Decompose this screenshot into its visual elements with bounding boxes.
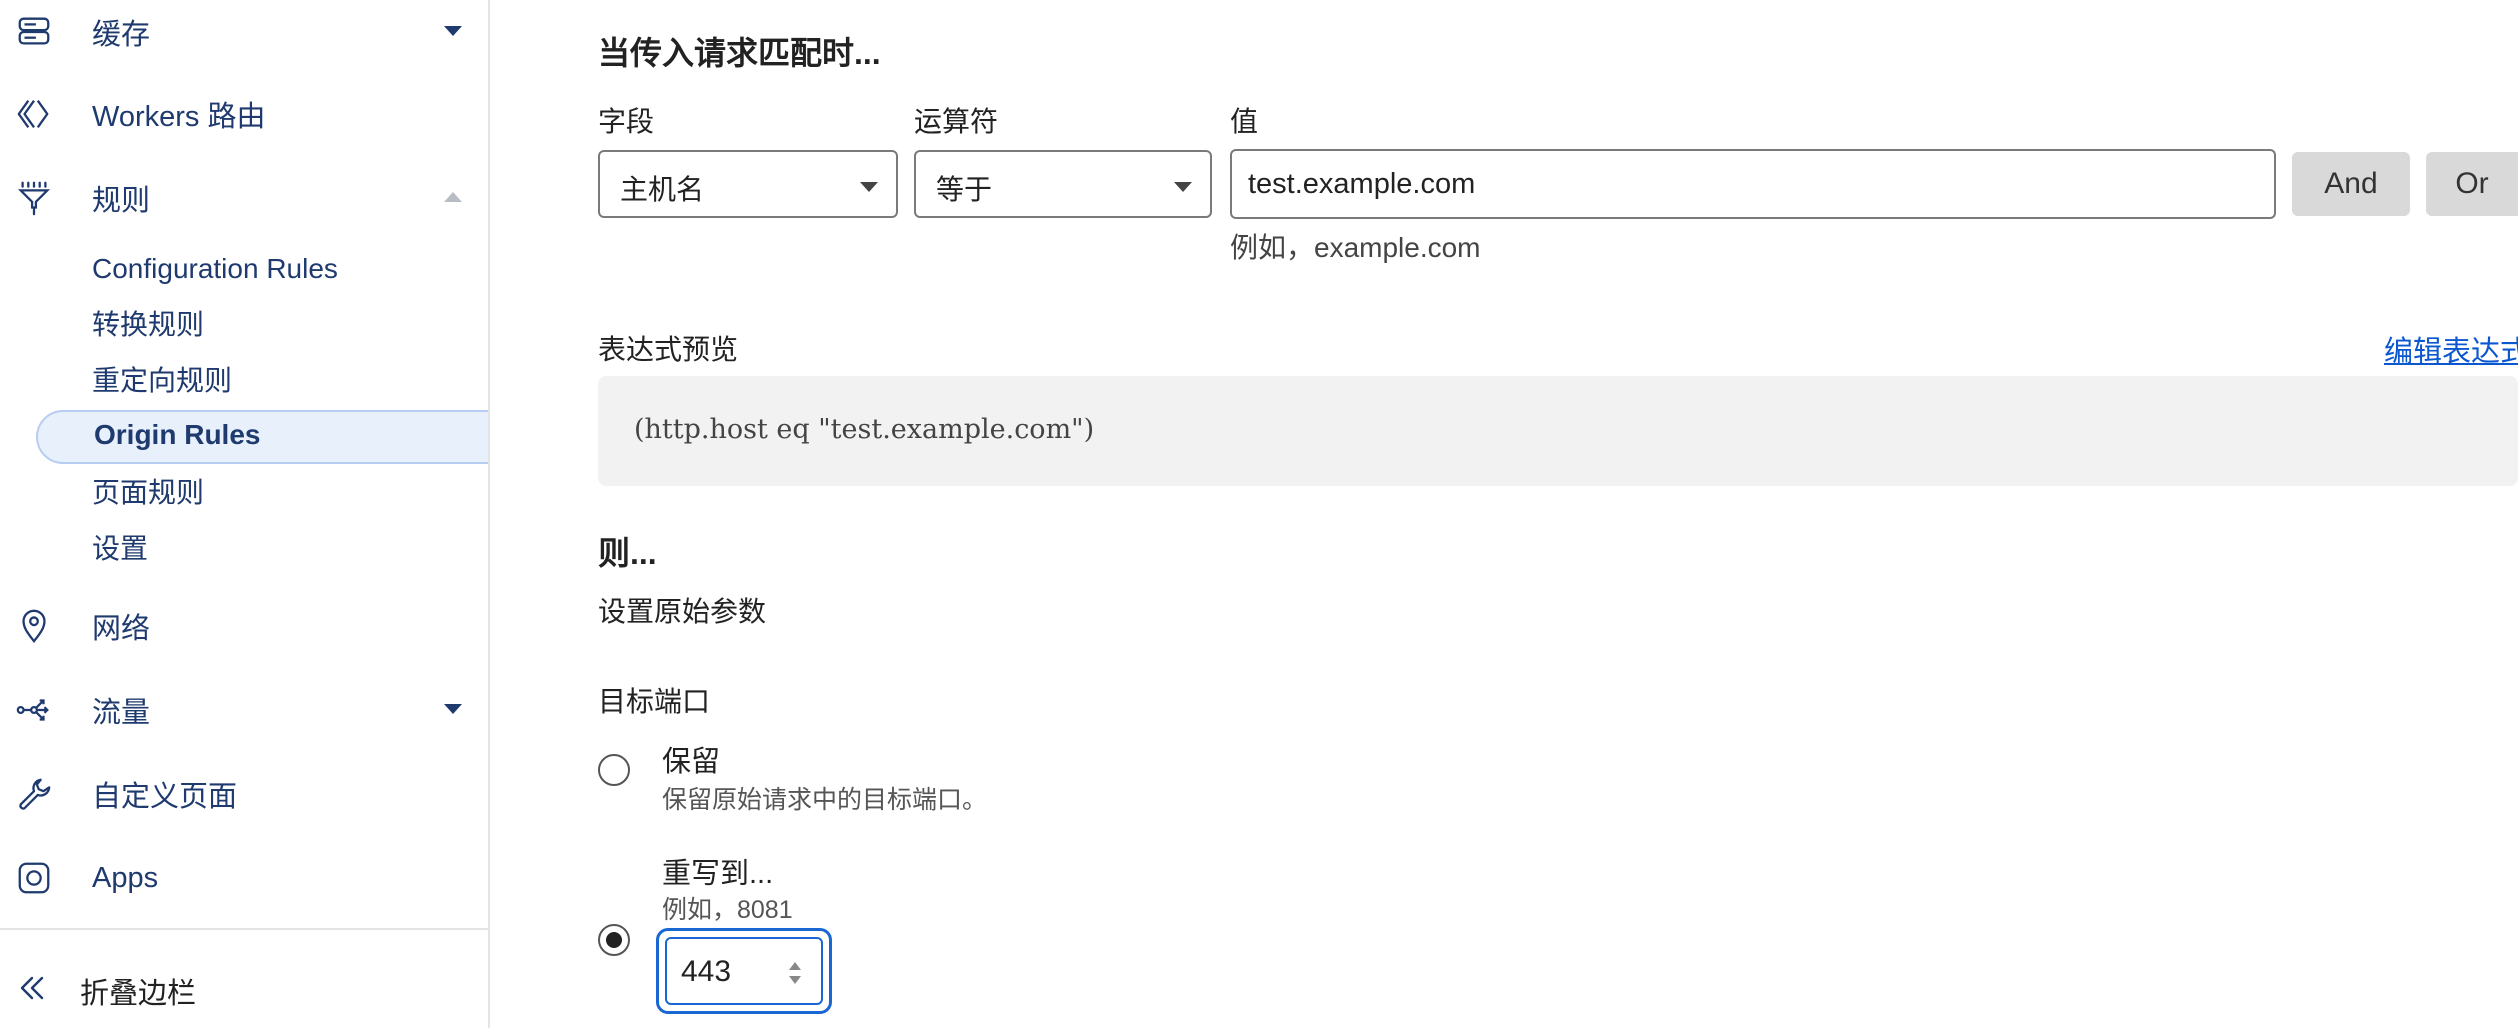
and-button[interactable]: And xyxy=(2292,152,2410,216)
sidebar-item-label: 网络 xyxy=(92,613,151,645)
keep-port-description: 保留原始请求中的目标端口。 xyxy=(662,786,988,814)
port-input-value: 443 xyxy=(681,955,732,988)
value-hint: 例如，example.com xyxy=(1230,232,1481,263)
sidebar-subitem-transform-rules[interactable]: 转换规则 xyxy=(92,305,204,345)
expression-preview-label: 表达式预览 xyxy=(598,334,739,365)
network-icon xyxy=(14,606,54,646)
workers-icon xyxy=(14,94,54,134)
port-input[interactable]: 443 xyxy=(665,937,823,1005)
collapse-icon xyxy=(12,968,52,1008)
rewrite-port-hint: 例如，8081 xyxy=(662,896,793,924)
traffic-icon xyxy=(14,690,54,730)
sidebar-item-label: Apps xyxy=(92,861,159,894)
main-content: 当传入请求匹配时... 字段 运算符 值 主机名 等于 test.example… xyxy=(490,0,2518,1028)
sidebar-subitem-page-rules[interactable]: 页面规则 xyxy=(92,473,204,513)
expression-preview-text: (http.host eq "test.example.com") xyxy=(634,414,1095,445)
field-select-value: 主机名 xyxy=(620,174,705,205)
sidebar-item-label: Workers 路由 xyxy=(92,101,266,133)
chevron-down-icon xyxy=(860,182,878,192)
destination-port-label: 目标端口 xyxy=(598,686,711,717)
radio-selected-dot xyxy=(606,932,622,948)
then-section-title: 则... xyxy=(598,535,657,571)
sidebar-item-cache[interactable]: 缓存 xyxy=(0,0,488,64)
sidebar-item-label: 缓存 xyxy=(92,19,151,51)
sidebar-subitem-origin-rules[interactable]: Origin Rules xyxy=(36,410,488,464)
match-section-title: 当传入请求匹配时... xyxy=(598,35,881,71)
chevron-up-icon[interactable] xyxy=(444,192,462,202)
apps-icon xyxy=(14,858,54,898)
port-input-focus-ring: 443 xyxy=(656,928,832,1014)
edit-expression-link[interactable]: 编辑表达式 xyxy=(2384,328,2518,370)
sidebar-item-label: 流量 xyxy=(92,697,151,729)
operator-label: 运算符 xyxy=(914,106,999,137)
sidebar: 缓存 Workers 路由 规则 Configuration Rules 转换规 xyxy=(0,0,490,1028)
sidebar-item-rules[interactable]: 规则 xyxy=(0,166,488,230)
value-label: 值 xyxy=(1230,106,1259,137)
collapse-sidebar-label: 折叠边栏 xyxy=(80,978,197,1010)
expression-preview-box: (http.host eq "test.example.com") xyxy=(598,376,2518,486)
keep-port-radio[interactable] xyxy=(598,754,630,786)
sidebar-subitem-configuration-rules[interactable]: Configuration Rules xyxy=(92,249,338,289)
chevron-down-icon[interactable] xyxy=(444,26,462,36)
wrench-icon xyxy=(14,774,54,814)
keep-port-label: 保留 xyxy=(662,746,721,778)
field-label: 字段 xyxy=(598,106,655,137)
sidebar-subitem-redirect-rules[interactable]: 重定向规则 xyxy=(92,361,232,401)
sidebar-subitem-label: Origin Rules xyxy=(94,419,261,450)
rules-icon xyxy=(14,178,54,218)
stepper-icon[interactable] xyxy=(787,957,803,989)
sidebar-subitem-settings[interactable]: 设置 xyxy=(92,529,148,569)
value-input-text: test.example.com xyxy=(1248,168,1476,200)
chevron-down-icon xyxy=(1174,182,1192,192)
field-select[interactable]: 主机名 xyxy=(598,150,898,218)
or-button[interactable]: Or xyxy=(2426,152,2518,216)
operator-select[interactable]: 等于 xyxy=(914,150,1212,218)
sidebar-item-label: 自定义页面 xyxy=(92,781,238,813)
value-input[interactable]: test.example.com xyxy=(1230,149,2276,219)
chevron-down-icon[interactable] xyxy=(444,704,462,714)
sidebar-divider xyxy=(0,928,488,930)
sidebar-item-traffic[interactable]: 流量 xyxy=(0,678,488,742)
operator-select-value: 等于 xyxy=(936,174,993,205)
cache-icon xyxy=(14,12,54,52)
sidebar-item-custom-pages[interactable]: 自定义页面 xyxy=(0,762,488,826)
sidebar-item-apps[interactable]: Apps xyxy=(0,846,488,910)
origin-params-subtitle: 设置原始参数 xyxy=(598,596,767,627)
sidebar-item-workers[interactable]: Workers 路由 xyxy=(0,82,488,146)
rewrite-port-label: 重写到... xyxy=(662,858,774,890)
collapse-sidebar-button[interactable]: 折叠边栏 xyxy=(0,962,488,1018)
rewrite-port-radio[interactable] xyxy=(598,924,630,956)
sidebar-item-label: 规则 xyxy=(92,185,151,217)
sidebar-item-network[interactable]: 网络 xyxy=(0,594,488,658)
